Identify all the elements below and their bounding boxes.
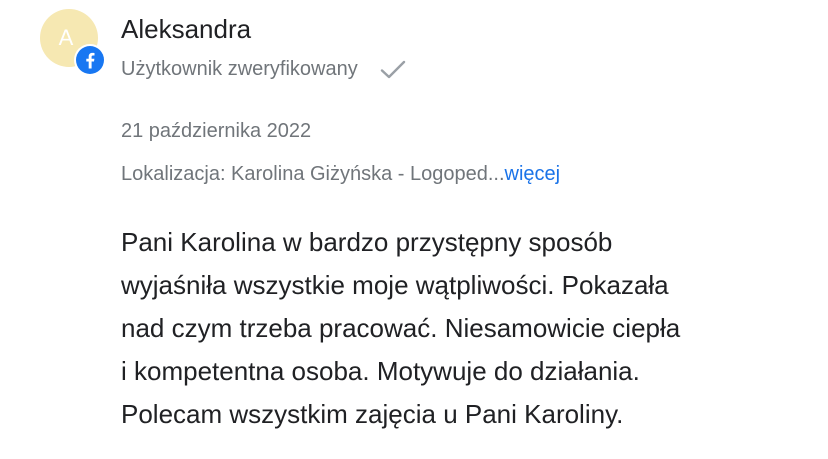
review-text-line: i kompetentna osoba. Motywuje do działan…: [121, 356, 640, 386]
review-text-line: Pani Karolina w bardzo przystępny sposób: [121, 227, 613, 257]
review-text: Pani Karolina w bardzo przystępny sposób…: [121, 221, 801, 436]
facebook-icon: [74, 44, 106, 76]
review-date: 21 października 2022: [121, 120, 312, 142]
verified-label: Użytkownik zweryfikowany: [121, 58, 358, 80]
location-text: Lokalizacja: Karolina Giżyńska - Logoped…: [121, 163, 505, 185]
review-location: Lokalizacja: Karolina Giżyńska - Logoped…: [121, 163, 560, 186]
more-link[interactable]: więcej: [505, 163, 561, 185]
review-text-line: nad czym trzeba pracować. Niesamowicie c…: [121, 313, 681, 343]
clipped-previous-content: [580, 0, 760, 4]
verified-status: Użytkownik zweryfikowany: [121, 58, 406, 81]
review-text-line: wyjaśniła wszystkie moje wątpliwości. Po…: [121, 270, 669, 300]
reviewer-name[interactable]: Aleksandra: [121, 14, 251, 45]
avatar-initial: A: [58, 25, 74, 50]
checkmark-icon: [380, 60, 406, 80]
review-text-line: Polecam wszystkim zajęcia u Pani Karolin…: [121, 399, 624, 429]
